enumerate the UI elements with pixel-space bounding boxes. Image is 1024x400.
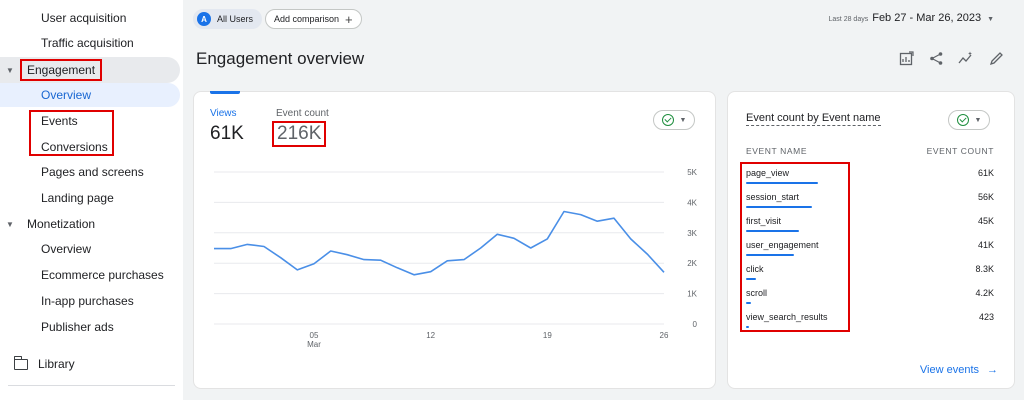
y-tick-label: 4K	[687, 198, 697, 207]
nav-conversions[interactable]: Conversions	[41, 135, 108, 159]
series-line	[214, 210, 665, 276]
y-tick-label: 2K	[687, 259, 697, 268]
view-events-label: View events	[919, 364, 979, 376]
nav-events[interactable]: Events	[41, 109, 78, 133]
insights-icon[interactable]	[958, 50, 974, 66]
engagement-chart-card: Views 61K Event count 216K ▼ 0 1K 2K 3K 4K 5K…	[193, 91, 716, 389]
nav-pages-and-screens[interactable]: Pages and screens	[41, 160, 144, 184]
y-tick-label: 3K	[687, 229, 697, 238]
nav-publisher-ads[interactable]: Publisher ads	[41, 315, 114, 339]
x-tick-label: 12	[426, 331, 435, 340]
x-tick-label: 26	[660, 331, 669, 340]
event-count-cell: 41K	[977, 240, 994, 250]
date-range-picker[interactable]: Last 28 days Feb 27 - Mar 26, 2023 ▼	[829, 12, 994, 24]
metric-views-label: Views	[210, 108, 237, 119]
date-range-value: Feb 27 - Mar 26, 2023	[872, 12, 982, 24]
edit-pencil-icon[interactable]	[988, 50, 1004, 66]
y-tick-label: 0	[693, 320, 698, 329]
share-icon[interactable]	[928, 50, 944, 66]
active-tab-indicator	[210, 91, 240, 94]
all-users-chip[interactable]: A All Users	[193, 9, 263, 29]
y-tick-label: 1K	[687, 290, 697, 299]
add-comparison-button[interactable]: Add comparison +	[265, 9, 362, 29]
check-circle-icon	[661, 114, 674, 126]
nav-group-engagement[interactable]: ▼ Engagement	[0, 57, 180, 83]
column-header-event-count: EVENT COUNT	[926, 146, 994, 156]
caret-down-icon: ▼	[679, 116, 687, 124]
column-header-event-name: EVENT NAME	[746, 146, 808, 156]
event-count-card-title: Event count by Event name	[746, 112, 881, 126]
nav-group-engagement-label: Engagement	[20, 59, 103, 81]
nav-ecommerce-purchases[interactable]: Ecommerce purchases	[41, 263, 164, 287]
caret-down-icon: ▼	[987, 16, 994, 23]
metric-event-count[interactable]: Event count 216K	[272, 108, 329, 147]
nav-group-monetization-label: Monetization	[27, 217, 96, 231]
event-count-cell: 61K	[977, 168, 994, 178]
nav-monetization-overview[interactable]: Overview	[41, 237, 91, 261]
event-count-cell: 8.3K	[975, 264, 994, 274]
nav-landing-page[interactable]: Landing page	[41, 186, 114, 210]
nav-group-monetization[interactable]: ▼ Monetization	[0, 211, 180, 237]
sidebar: User acquisition Traffic acquisition ▼ E…	[0, 0, 183, 400]
metric-event-count-label: Event count	[276, 108, 329, 119]
nav-traffic-acquisition[interactable]: Traffic acquisition	[41, 31, 134, 55]
arrow-right-icon: →	[987, 364, 998, 376]
add-comparison-label: Add comparison	[274, 14, 340, 24]
event-count-cell: 4.2K	[975, 288, 994, 298]
event-count-cell: 45K	[977, 216, 994, 226]
chart-compare-toggle[interactable]: ▼	[653, 110, 695, 130]
caret-down-icon: ▼	[974, 116, 982, 124]
event-count-card: Event count by Event name ▼ EVENT NAME E…	[727, 91, 1015, 389]
x-tick-label: 05	[310, 331, 319, 340]
folder-icon	[13, 355, 28, 370]
segment-avatar: A	[197, 12, 211, 26]
check-circle-icon	[956, 114, 969, 126]
highlight-box-event-names	[740, 162, 850, 332]
date-range-prefix: Last 28 days	[828, 16, 869, 23]
x-tick-month: Mar	[307, 340, 321, 349]
event-count-cell: 56K	[977, 192, 994, 202]
nav-library[interactable]: Library	[13, 355, 75, 373]
view-events-link[interactable]: View events →	[920, 364, 998, 376]
table-compare-toggle[interactable]: ▼	[948, 110, 990, 130]
nav-user-acquisition[interactable]: User acquisition	[41, 6, 126, 30]
caret-down-icon: ▼	[6, 219, 14, 229]
nav-engagement-overview[interactable]: Overview	[0, 83, 180, 107]
nav-library-label: Library	[38, 357, 75, 371]
y-tick-label: 5K	[687, 168, 697, 177]
all-users-label: All Users	[217, 14, 254, 24]
nav-in-app-purchases[interactable]: In-app purchases	[41, 289, 134, 313]
metric-views-value: 61K	[210, 123, 244, 144]
caret-down-icon: ▼	[6, 65, 14, 75]
event-count-cell: 423	[978, 312, 994, 322]
x-tick-label: 19	[543, 331, 552, 340]
metric-views[interactable]: Views 61K	[210, 108, 244, 145]
plus-icon: +	[345, 11, 353, 27]
page-title: Engagement overview	[196, 49, 365, 68]
line-chart: 0 1K 2K 3K 4K 5K 05Mar 12 19 26	[214, 168, 698, 349]
toolbar	[898, 50, 1004, 66]
metric-event-count-value: 216K	[272, 121, 327, 147]
customize-report-icon[interactable]	[898, 50, 914, 66]
sidebar-divider	[8, 385, 175, 386]
